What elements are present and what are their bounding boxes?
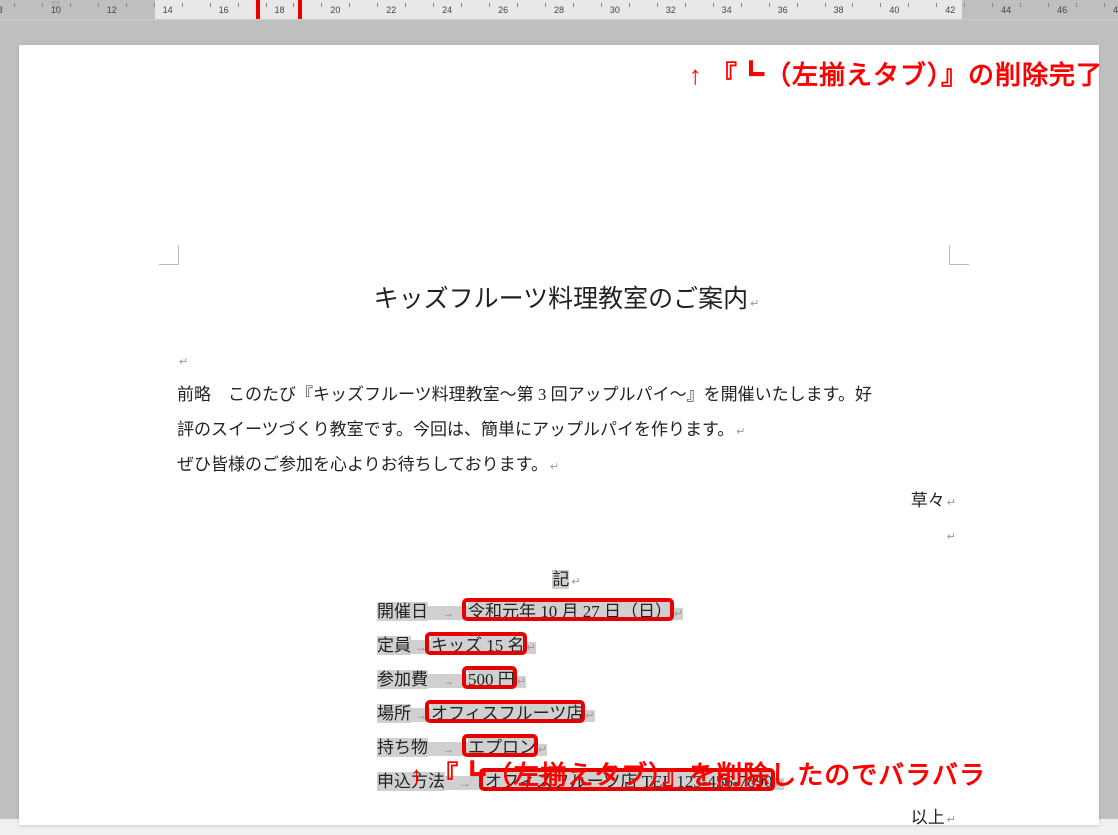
document-page: キッズフルーツ料理教室のご案内↵ ↵ 前略 このたび『キッズフルーツ料理教室～第… bbox=[19, 45, 1099, 825]
ruler-number: 24 bbox=[442, 5, 452, 15]
ruler-number: 18 bbox=[274, 5, 284, 15]
detail-value: 令和元年 10 月 27 日（日） bbox=[468, 602, 672, 621]
tab-arrow-icon: → bbox=[411, 640, 431, 654]
ruler-number: 12 bbox=[107, 5, 117, 15]
indent-marker-icon[interactable]: ▽ bbox=[52, 0, 62, 10]
return-mark: ↵ bbox=[773, 778, 784, 790]
detail-value: オフィスフルーツ店 TEL 123-456-7890 bbox=[485, 772, 773, 791]
ruler-number: 8 bbox=[0, 5, 3, 15]
return-mark: ↵ bbox=[748, 298, 759, 310]
detail-label: 開催日 bbox=[377, 602, 428, 621]
ruler-number: 16 bbox=[219, 5, 229, 15]
detail-row: 参加費→500 円↵ bbox=[377, 663, 956, 697]
return-mark: ↵ bbox=[672, 608, 683, 620]
return-mark: ↵ bbox=[515, 676, 526, 688]
blank-line-2: ↵ bbox=[177, 518, 956, 553]
return-mark: ↵ bbox=[583, 710, 594, 722]
ruler-number: 22 bbox=[386, 5, 396, 15]
detail-value: 500 円 bbox=[468, 670, 515, 689]
page-area: キッズフルーツ料理教室のご案内↵ ↵ 前略 このたび『キッズフルーツ料理教室～第… bbox=[0, 20, 1118, 819]
detail-row: 持ち物→エプロン↵ bbox=[377, 731, 956, 765]
margin-corner-tl bbox=[159, 245, 179, 265]
closing-soso: 草々↵ bbox=[177, 484, 956, 518]
detail-row: 定員→キッズ 15 名↵ bbox=[377, 629, 956, 663]
ruler-number: 28 bbox=[554, 5, 564, 15]
document-content: キッズフルーツ料理教室のご案内↵ ↵ 前略 このたび『キッズフルーツ料理教室～第… bbox=[177, 275, 956, 835]
ruler-number: 32 bbox=[666, 5, 676, 15]
tab-arrow-icon: → bbox=[445, 776, 485, 790]
detail-label: 場所 bbox=[377, 704, 411, 723]
ruler-number: 34 bbox=[722, 5, 732, 15]
detail-label: 定員 bbox=[377, 636, 411, 655]
ruler-number: 38 bbox=[833, 5, 843, 15]
return-mark: ↵ bbox=[536, 744, 547, 756]
ruler-number: 36 bbox=[778, 5, 788, 15]
ruler-number: 40 bbox=[889, 5, 899, 15]
ruler-number: 30 bbox=[610, 5, 620, 15]
ruler-number: 14 bbox=[163, 5, 173, 15]
body-line-1: 前略 このたび『キッズフルーツ料理教室～第 3 回アップルパイ～』を開催いたしま… bbox=[177, 378, 956, 413]
ruler-number: 26 bbox=[498, 5, 508, 15]
ruler-number: 20 bbox=[330, 5, 340, 15]
margin-corner-tr bbox=[949, 245, 969, 265]
tab-arrow-icon: → bbox=[428, 674, 468, 688]
blank-line: ↵ bbox=[177, 343, 956, 378]
ijo-closing: 以上↵ bbox=[177, 801, 956, 835]
detail-row: 開催日→令和元年 10 月 27 日（日）↵ bbox=[377, 595, 956, 629]
ki-heading: 記↵ bbox=[177, 563, 956, 597]
tab-arrow-icon: → bbox=[428, 742, 468, 756]
detail-block: 開催日→令和元年 10 月 27 日（日）↵定員→キッズ 15 名↵参加費→50… bbox=[377, 595, 956, 799]
ruler-number: 48 bbox=[1113, 5, 1118, 15]
tab-arrow-icon: → bbox=[411, 708, 431, 722]
return-mark: ↵ bbox=[525, 642, 536, 654]
detail-label: 参加費 bbox=[377, 670, 428, 689]
body-line-2: 評のスイーツづくり教室です。今回は、簡単にアップルパイを作ります。↵ bbox=[177, 413, 956, 448]
horizontal-ruler[interactable]: 8101214161820222426283032343638404244464… bbox=[0, 0, 1118, 20]
detail-value: エプロン bbox=[468, 738, 536, 757]
detail-value: オフィスフルーツ店 bbox=[431, 704, 583, 723]
detail-row: 申込方法→オフィスフルーツ店 TEL 123-456-7890↵ bbox=[377, 765, 956, 799]
detail-row: 場所→オフィスフルーツ店↵ bbox=[377, 697, 956, 731]
detail-value: キッズ 15 名 bbox=[431, 636, 525, 655]
body-line-3: ぜひ皆様のご参加を心よりお待ちしております。↵ bbox=[177, 448, 956, 483]
tab-arrow-icon: → bbox=[428, 606, 468, 620]
detail-label: 申込方法 bbox=[377, 772, 445, 791]
ruler-number: 46 bbox=[1057, 5, 1067, 15]
ruler-number: 42 bbox=[945, 5, 955, 15]
page-title: キッズフルーツ料理教室のご案内↵ bbox=[177, 275, 956, 325]
ruler-number: 44 bbox=[1001, 5, 1011, 15]
detail-label: 持ち物 bbox=[377, 738, 428, 757]
